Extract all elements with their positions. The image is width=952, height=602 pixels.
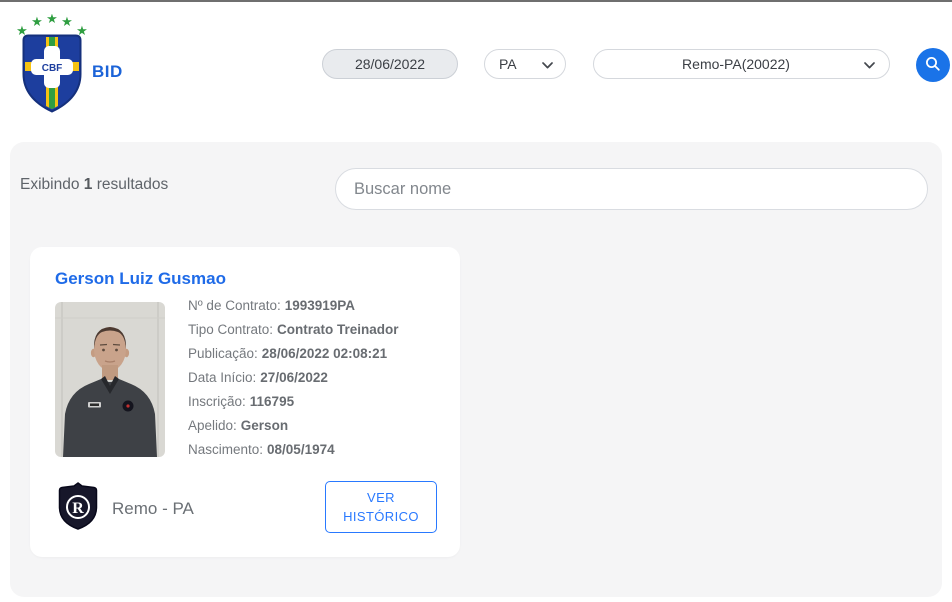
player-photo [55, 302, 165, 457]
detail-value: Contrato Treinador [277, 322, 399, 337]
results-count-prefix: Exibindo [20, 176, 80, 193]
view-history-button[interactable]: VER HISTÓRICO [325, 481, 437, 533]
search-icon [924, 55, 942, 76]
chevron-down-icon [864, 56, 875, 72]
detail-value: Gerson [240, 418, 289, 433]
detail-row: Apelido: Gerson [188, 414, 399, 438]
results-count: Exibindo 1 resultados [20, 176, 168, 194]
detail-value: 08/05/1974 [267, 442, 335, 457]
detail-label: Tipo Contrato: [188, 322, 274, 337]
detail-row: Publicação: 28/06/2022 02:08:21 [188, 342, 399, 366]
detail-label: Publicação: [188, 346, 258, 361]
app-title: BID [92, 62, 123, 81]
svg-text:★: ★ [31, 15, 43, 30]
results-panel: Exibindo 1 resultados Gerson Luiz Gusmao [10, 142, 942, 597]
detail-value: 27/06/2022 [260, 370, 328, 385]
chevron-down-icon [542, 56, 553, 72]
search-button[interactable] [916, 48, 950, 82]
cbf-logo: ★ ★ ★ ★ ★ CBF [14, 12, 90, 121]
detail-row: Tipo Contrato: Contrato Treinador [188, 318, 399, 342]
state-select[interactable]: PA [484, 49, 566, 79]
club-row: R Remo - PA [55, 481, 194, 536]
detail-label: Apelido: [188, 418, 237, 433]
cbf-monogram-text: CBF [42, 63, 63, 74]
bid-page: ★ ★ ★ ★ ★ CBF BID 28/06/2022 PA Remo-PA(… [0, 0, 952, 602]
detail-value: 28/06/2022 02:08:21 [261, 346, 388, 361]
date-filter-value: 28/06/2022 [354, 56, 426, 72]
results-count-number: 1 [83, 176, 93, 193]
search-input[interactable] [335, 168, 928, 210]
club-name: Remo - PA [112, 498, 194, 518]
detail-label: Nascimento: [188, 442, 264, 457]
club-select-value: Remo-PA(20022) [682, 56, 790, 72]
detail-row: Nº de Contrato: 1993919PA [188, 294, 399, 318]
player-card: Gerson Luiz Gusmao Nº de Contrato: 19939… [30, 247, 460, 557]
detail-label: Inscrição: [188, 394, 246, 409]
detail-label: Nº de Contrato: [188, 298, 281, 313]
detail-value: 116795 [249, 394, 295, 409]
detail-row: Data Início: 27/06/2022 [188, 366, 399, 390]
detail-row: Nascimento: 08/05/1974 [188, 438, 399, 462]
detail-row: Inscrição: 116795 [188, 390, 399, 414]
player-name-link[interactable]: Gerson Luiz Gusmao [55, 269, 226, 289]
club-badge-letter: R [72, 500, 84, 517]
club-badge-icon: R [55, 481, 101, 536]
contract-details: Nº de Contrato: 1993919PA Tipo Contrato: C… [188, 294, 399, 462]
date-filter-input[interactable]: 28/06/2022 [322, 49, 458, 79]
detail-label: Data Início: [188, 370, 257, 385]
club-select[interactable]: Remo-PA(20022) [593, 49, 890, 79]
detail-value: 1993919PA [284, 298, 356, 313]
cbf-shield-icon: ★ ★ ★ ★ ★ CBF [16, 12, 88, 113]
results-count-suffix: resultados [96, 176, 169, 193]
state-select-value: PA [499, 56, 517, 72]
player-photo-illustration [55, 302, 165, 457]
svg-text:★: ★ [61, 15, 73, 30]
svg-text:★: ★ [46, 14, 58, 27]
